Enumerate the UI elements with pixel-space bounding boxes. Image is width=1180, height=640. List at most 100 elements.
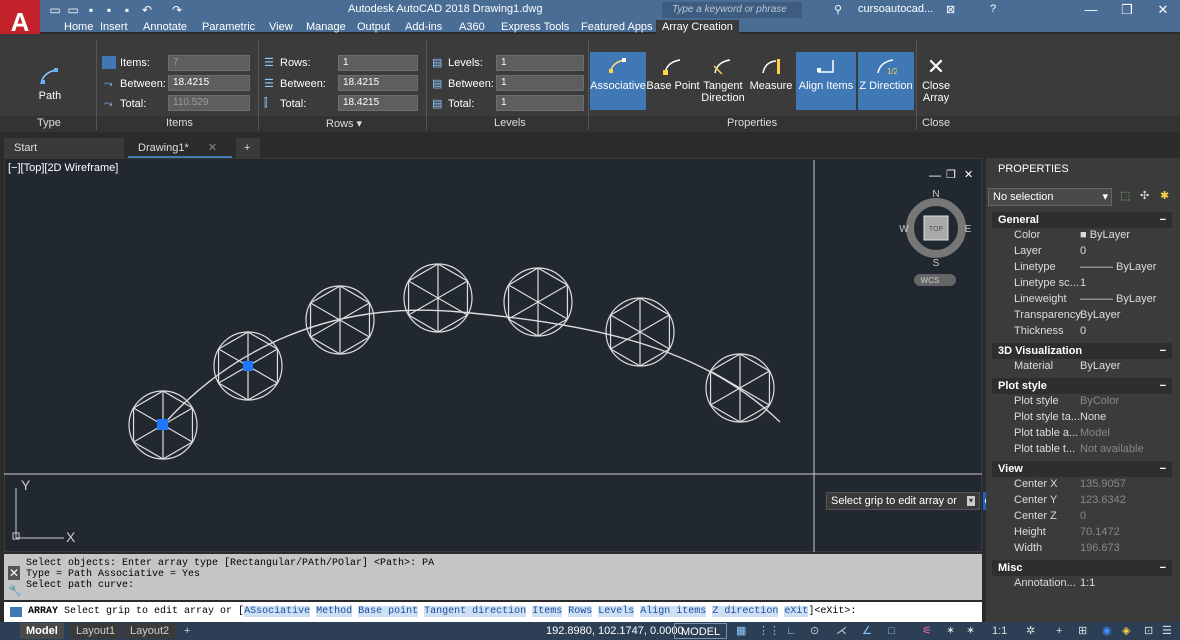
grid-icon[interactable]: ▦ [730,623,752,639]
minimize-button[interactable]: — [1074,0,1108,20]
levels-between-field[interactable]: 1 [496,75,584,91]
rows-count-field[interactable]: 1 [338,55,418,71]
property-value[interactable]: 1:1 [1080,577,1095,589]
properties-section-header[interactable]: Plot style − [992,378,1172,394]
levels-count-field[interactable]: 1 [496,55,584,71]
tab-parametric[interactable]: Parametric [202,20,255,34]
close-command-icon[interactable]: ✕ [8,566,20,580]
tooltip-down-arrow-icon[interactable]: ▾ [966,496,975,506]
quick-select-icon[interactable]: ⬚ [1120,189,1130,202]
array-item[interactable] [503,267,573,337]
panel-rows-dropdown[interactable]: Rows ▾ [326,117,362,130]
add-layout-button[interactable]: + [178,623,196,639]
user-name[interactable]: cursoautocad... [858,3,933,15]
item-grip[interactable] [243,361,253,371]
tab-start[interactable]: Start [4,138,124,158]
customization-menu-icon[interactable]: ☰ [1156,623,1178,639]
redo-icon[interactable]: ↷ [170,3,184,17]
property-value[interactable]: 1 [1080,277,1086,289]
undo-icon[interactable]: ↶ [140,3,154,17]
pickadd-icon[interactable]: ✱ [1160,189,1169,202]
property-value[interactable]: None [1080,411,1106,423]
gear-icon[interactable]: ✲ [1020,623,1041,639]
isodraft-icon[interactable]: ⋌ [830,623,853,639]
command-line-input[interactable]: ARRAY Select grip to edit array or [ASso… [4,602,982,622]
save-icon[interactable]: ▪ [84,3,98,17]
command-option[interactable]: Z direction [712,606,779,617]
property-value[interactable]: ByColor [1080,395,1119,407]
close-tab-icon[interactable]: ✕ [208,142,217,154]
property-value[interactable]: ByLayer [1080,360,1120,372]
property-value[interactable]: ■ ByLayer [1080,229,1130,241]
property-value[interactable]: Not available [1080,443,1144,455]
property-value[interactable]: 0 [1080,325,1086,337]
collapse-icon[interactable]: − [1160,343,1166,359]
viewport-close-icon[interactable]: ✕ [964,168,973,181]
collapse-icon[interactable]: − [1160,461,1166,477]
array-item[interactable] [705,353,775,423]
array-item[interactable] [305,285,375,355]
plus-icon[interactable]: + [1050,623,1068,639]
measure-button[interactable]: Measure [748,56,794,92]
ortho-icon[interactable]: ∟ [780,623,803,639]
open-icon[interactable]: ▭ [66,3,80,17]
property-value[interactable]: 0 [1080,510,1086,522]
tab-addins[interactable]: Add-ins [405,20,442,34]
osnap-tracking-icon[interactable]: ∠ [856,623,878,639]
collapse-icon[interactable]: − [1160,560,1166,576]
polar-icon[interactable]: ⊙ [804,623,825,639]
align-items-button[interactable]: Align Items [796,52,856,110]
items-total-field[interactable]: 110.529 [168,95,250,111]
print-icon[interactable]: ▪ [120,3,134,17]
annotation-scale-icon[interactable]: ✶ [960,623,981,639]
command-option[interactable]: ASsociative [244,606,311,617]
tab-featured-apps[interactable]: Featured Apps [581,20,653,34]
command-option[interactable]: Items [532,606,563,617]
customize-command-icon[interactable]: 🔧 [8,584,22,597]
base-point-button[interactable]: Base Point [646,56,700,92]
viewport-restore-icon[interactable]: ❐ [946,168,956,181]
viewport-minimize-icon[interactable]: — [929,168,941,182]
rows-between-field[interactable]: 18.4215 [338,75,418,91]
scale-icon[interactable]: 1:1 [986,623,1013,639]
collapse-icon[interactable]: − [1160,212,1166,228]
tab-annotate[interactable]: Annotate [143,20,187,34]
model-space-toggle[interactable]: MODEL [674,623,728,639]
tab-layout1[interactable]: Layout1 [70,623,122,639]
isolate-icon[interactable]: ◉ [1096,623,1118,639]
levels-total-field[interactable]: 1 [496,95,584,111]
select-objects-icon[interactable]: ✣ [1140,189,1149,202]
tab-array-creation[interactable]: Array Creation [656,20,739,34]
items-between-field[interactable]: 18.4215 [168,75,250,91]
associative-button[interactable]: Associative [590,52,646,110]
property-value[interactable]: Model [1080,427,1110,439]
search-input[interactable]: Type a keyword or phrase [662,2,802,18]
user-icon[interactable]: ⚲ [834,3,842,16]
tab-home[interactable]: Home [64,20,93,34]
lineweight-icon[interactable]: ⚟ [916,623,938,639]
new-tab-button[interactable]: + [236,138,260,158]
command-option[interactable]: Align items [640,606,707,617]
help-icon[interactable]: ? [990,3,996,15]
array-item[interactable] [403,263,473,333]
tab-model[interactable]: Model [20,623,64,639]
selection-dropdown[interactable]: No selection ▾ [988,188,1112,206]
property-value[interactable]: 0 [1080,245,1086,257]
command-option[interactable]: Method [316,606,353,617]
z-direction-button[interactable]: 1/2 Z Direction [858,52,914,110]
property-value[interactable]: ——— ByLayer [1080,261,1156,273]
tab-output[interactable]: Output [357,20,390,34]
cart-icon[interactable]: ⊠ [946,3,955,16]
annotation-visibility-icon[interactable]: ✶ [940,623,961,639]
tab-layout2[interactable]: Layout2 [124,623,176,639]
command-option[interactable]: Levels [598,606,635,617]
command-option[interactable]: eXit [784,606,809,617]
command-option[interactable]: Base point [358,606,419,617]
coordinates-readout[interactable]: 192.8980, 102.1747, 0.0000 [540,623,690,639]
property-value[interactable]: 70.1472 [1080,526,1120,538]
tab-a360[interactable]: A360 [459,20,485,34]
properties-section-header[interactable]: Misc − [992,560,1172,576]
path-type-button[interactable]: Path [30,66,70,102]
property-value[interactable]: 135.9057 [1080,478,1126,490]
tangent-direction-button[interactable]: Tangent Direction [700,56,746,104]
